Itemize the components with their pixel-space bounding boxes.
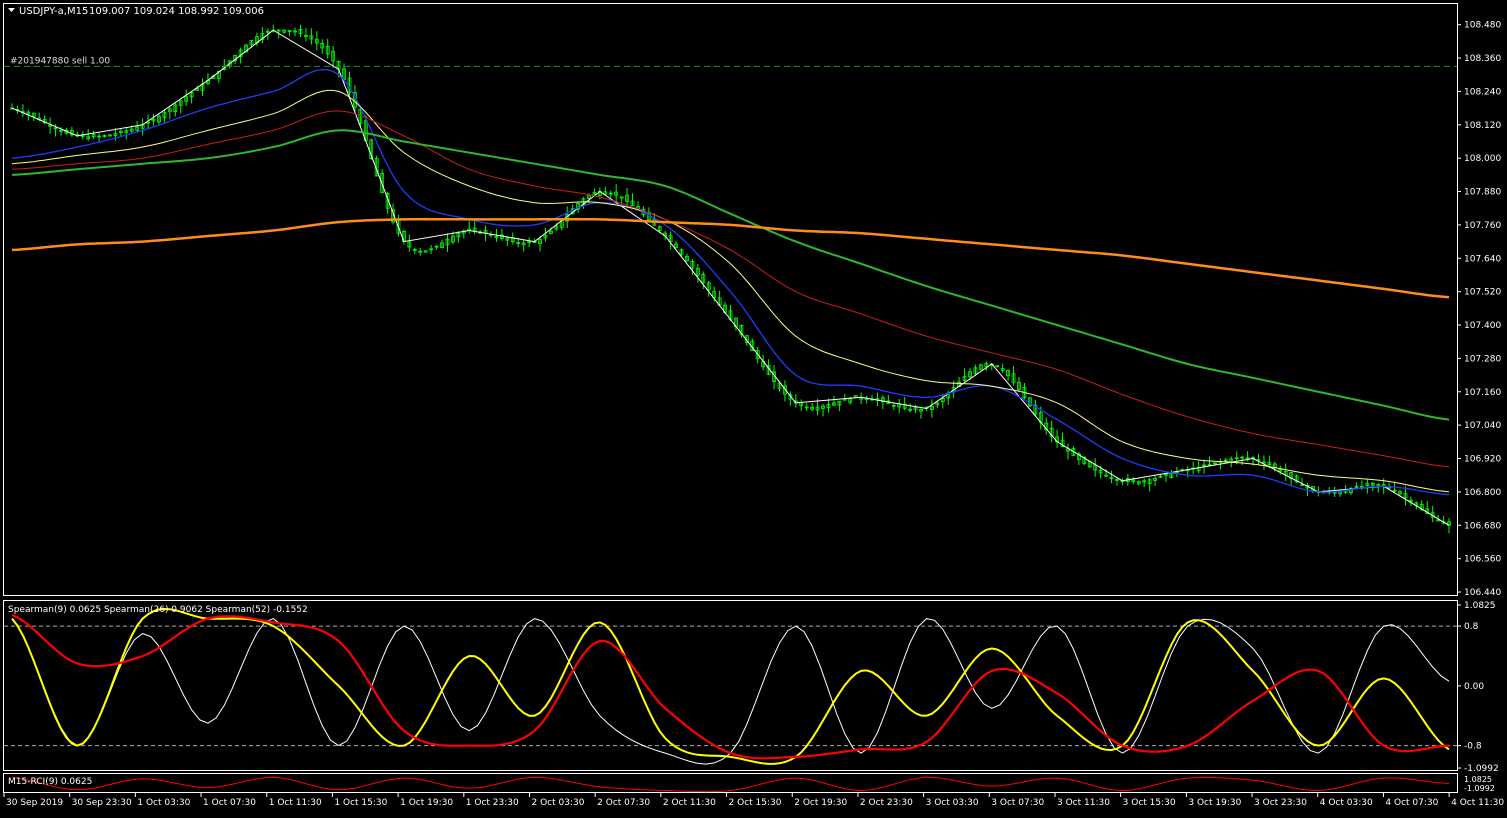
time-tick-label: 2 Oct 07:30	[597, 798, 650, 808]
price-tick-label: 106.800	[1464, 488, 1501, 498]
time-tick-label: 3 Oct 11:30	[1057, 798, 1110, 808]
rci-tick-label: -1.0992	[1464, 784, 1495, 793]
price-tick-label: 107.640	[1464, 254, 1501, 264]
osc-tick-label: 1.0825	[1464, 601, 1496, 611]
rci-panel-frame	[3, 773, 1458, 793]
symbol-label: USDJPY-a,M15	[19, 6, 88, 17]
price-tick-label: 107.040	[1464, 421, 1501, 431]
order-label: #201947880 sell 1.00	[10, 56, 110, 66]
triangle-down-icon[interactable]	[8, 8, 15, 12]
price-tick-label: 106.560	[1464, 555, 1501, 565]
price-tick-label: 108.000	[1464, 154, 1501, 164]
chart-canvas[interactable]: 108.480 108.360 108.240 108.120 108.000 107.8…	[0, 0, 1507, 814]
axes-group: 108.480 108.360 108.240 108.120 108.000 107.8…	[3, 21, 1504, 808]
price-tick-label: 107.160	[1464, 388, 1501, 398]
time-tick-label: 1 Oct 11:30	[269, 798, 322, 808]
rci-series-group	[11, 776, 1450, 793]
time-tick-label: 3 Oct 15:30	[1123, 798, 1176, 808]
rci-line	[11, 776, 1450, 793]
ma-red-line	[11, 110, 1450, 468]
time-tick-label: 3 Oct 23:30	[1254, 798, 1307, 808]
time-tick-label: 1 Oct 19:30	[400, 798, 453, 808]
price-tick-label: 107.400	[1464, 321, 1501, 331]
price-tick-label: 108.480	[1464, 21, 1501, 31]
price-tick-label: 108.120	[1464, 121, 1501, 131]
time-tick-label: 2 Oct 15:30	[729, 798, 782, 808]
time-tick-label: 3 Oct 19:30	[1188, 798, 1241, 808]
trading-chart[interactable]: 108.480 108.360 108.240 108.120 108.000 107.8…	[0, 0, 1507, 814]
ohlc-readout: 109.007 109.024 108.992 109.006	[89, 6, 264, 17]
spearman-series-group	[4, 607, 1457, 765]
price-tick-label: 107.760	[1464, 221, 1501, 231]
main-panel-frame	[3, 3, 1458, 596]
zigzag-line	[11, 29, 1450, 526]
time-tick-label: 30 Sep 23:30	[72, 798, 132, 808]
rci-label: M15-RCI(9) 0.0625	[8, 777, 92, 787]
time-tick-label: 30 Sep 2019	[6, 798, 63, 808]
osc-tick-label: -1.0992	[1464, 764, 1499, 774]
ma-orange-line	[11, 217, 1450, 299]
price-tick-label: 106.680	[1464, 521, 1501, 531]
spearman-label: Spearman(9) 0.0625 Spearman(26) 0.9062 S…	[8, 605, 308, 615]
price-tick-label: 107.520	[1464, 288, 1501, 298]
time-tick-label: 4 Oct 07:30	[1385, 798, 1438, 808]
time-tick-label: 3 Oct 07:30	[991, 798, 1044, 808]
osc-tick-label: 0.00	[1464, 682, 1484, 692]
spearman-52-line	[11, 613, 1450, 760]
spearman-26-line	[11, 607, 1450, 765]
osc-tick-label: 0.8	[1464, 622, 1479, 632]
time-tick-label: 2 Oct 23:30	[860, 798, 913, 808]
time-tick-label: 1 Oct 03:30	[137, 798, 190, 808]
price-tick-label: 107.280	[1464, 354, 1501, 364]
ma-green-line	[11, 129, 1450, 421]
price-tick-label: 106.440	[1464, 588, 1501, 598]
time-tick-label: 4 Oct 03:30	[1320, 798, 1373, 808]
price-tick-label: 107.880	[1464, 188, 1501, 198]
rci-tick-label: 1.0825	[1464, 775, 1492, 784]
price-tick-label: 108.240	[1464, 87, 1501, 97]
time-tick-label: 1 Oct 07:30	[203, 798, 256, 808]
ma-blue-line	[11, 68, 1450, 496]
time-tick-label: 1 Oct 15:30	[334, 798, 387, 808]
time-tick-label: 2 Oct 11:30	[663, 798, 716, 808]
time-tick-label: 1 Oct 23:30	[466, 798, 519, 808]
time-tick-label: 4 Oct 11:30	[1451, 798, 1504, 808]
time-tick-label: 2 Oct 19:30	[794, 798, 847, 808]
spearman-9-line	[11, 618, 1450, 765]
time-tick-label: 3 Oct 03:30	[926, 798, 979, 808]
price-tick-label: 108.360	[1464, 54, 1501, 64]
price-tick-label: 106.920	[1464, 455, 1501, 465]
osc-tick-label: -0.8	[1464, 742, 1482, 752]
price-series-group	[10, 24, 1451, 534]
time-tick-label: 2 Oct 03:30	[531, 798, 584, 808]
